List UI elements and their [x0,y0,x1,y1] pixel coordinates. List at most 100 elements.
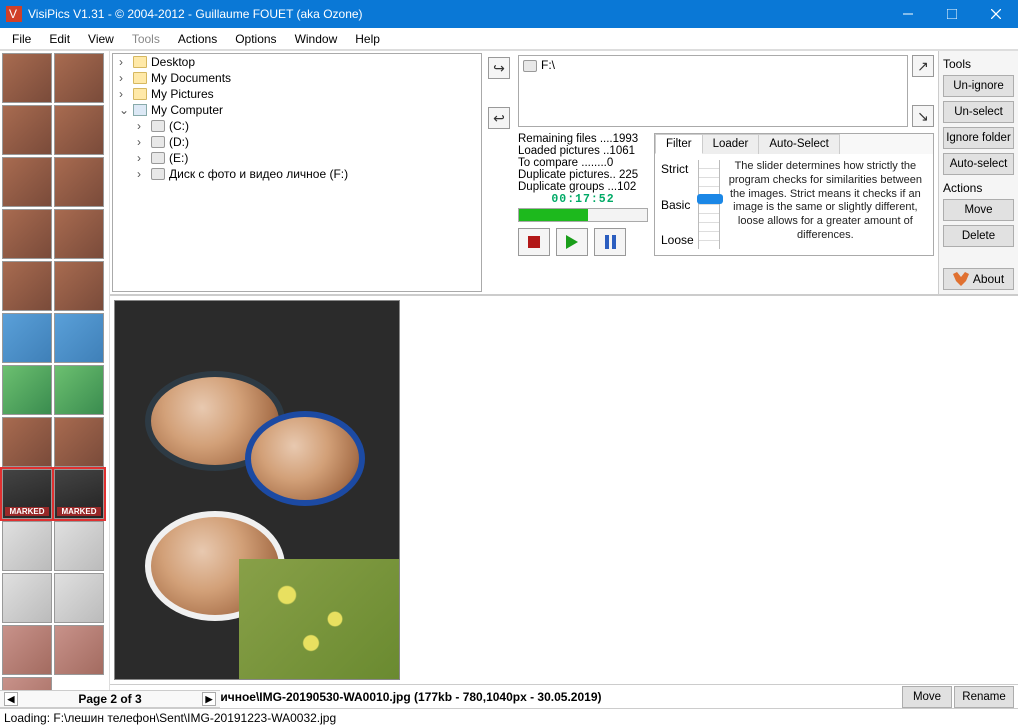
thumb[interactable] [2,209,52,259]
filter-description: The slider determines how strictly the p… [724,160,927,249]
tab-filter[interactable]: Filter [655,134,703,154]
remove-folder-button[interactable]: ↩ [488,107,510,129]
tree-drive-e[interactable]: (E:) [137,150,481,166]
menu-help[interactable]: Help [347,30,388,48]
page-next-button[interactable]: ▶ [202,692,216,706]
add-remove-buttons: ↪ ↩ [484,51,514,294]
scan-path: F:\ [541,58,555,72]
drive-icon [151,136,165,148]
thumb[interactable] [2,261,52,311]
thumb[interactable] [54,417,104,467]
tree-drive-d[interactable]: (D:) [137,134,481,150]
remove-path-button[interactable]: ↘ [912,105,934,127]
preview-image[interactable] [114,300,400,680]
thumb[interactable] [2,625,52,675]
menu-edit[interactable]: Edit [41,30,78,48]
thumb[interactable] [2,313,52,363]
tree-mypics[interactable]: My Pictures [119,86,481,102]
section-actions: Actions [943,181,1014,195]
maximize-button[interactable] [930,0,974,28]
thumb[interactable] [54,261,104,311]
label-loose: Loose [661,233,694,247]
title-bar: V VisiPics V1.31 - © 2004-2012 - Guillau… [0,0,1018,28]
tree-label: (E:) [169,151,188,165]
thumb[interactable] [2,157,52,207]
thumb[interactable] [2,53,52,103]
tree-label: My Pictures [151,87,214,101]
scan-paths-box[interactable]: F:\ [518,55,908,127]
thumb[interactable] [2,521,52,571]
play-button[interactable] [556,228,588,256]
tab-autoselect[interactable]: Auto-Select [758,134,839,154]
tree-desktop[interactable]: Desktop [119,54,481,70]
stats-panel: Remaining files ....1993 Loaded pictures… [518,133,648,256]
slider-thumb[interactable] [697,194,723,204]
thumbnail-strip [0,51,110,708]
tree-label: Desktop [151,55,195,69]
thumb[interactable] [2,417,52,467]
thumb[interactable] [54,209,104,259]
file-rename-button[interactable]: Rename [954,686,1014,708]
drive-icon [151,152,165,164]
thumb[interactable] [54,625,104,675]
tree-mycomp[interactable]: My Computer [119,102,481,118]
thumb[interactable] [54,105,104,155]
unignore-button[interactable]: Un-ignore [943,75,1014,97]
minimize-button[interactable] [886,0,930,28]
add-path-button[interactable]: ↗ [912,55,934,77]
menu-actions[interactable]: Actions [170,30,225,48]
stat-compare: To compare ........0 [518,157,648,169]
thumb[interactable] [54,157,104,207]
menu-tools[interactable]: Tools [124,30,168,48]
thumb[interactable] [54,53,104,103]
about-label: About [973,272,1004,286]
computer-icon [133,104,147,116]
stat-remaining: Remaining files ....1993 [518,133,648,145]
thumb[interactable] [2,365,52,415]
tree-label: Диск с фото и видео личное (F:) [169,167,348,181]
status-bar: Loading: F:\лешин телефон\Sent\IMG-20191… [0,708,1018,726]
pause-button[interactable] [594,228,626,256]
close-button[interactable] [974,0,1018,28]
menu-file[interactable]: File [4,30,39,48]
tree-drive-f[interactable]: Диск с фото и видео личное (F:) [137,166,481,182]
folder-tree[interactable]: Desktop My Documents My Pictures My Comp… [112,53,482,292]
tree-label: (D:) [169,135,189,149]
thumb[interactable] [2,105,52,155]
thumb[interactable] [54,313,104,363]
add-folder-button[interactable]: ↪ [488,57,510,79]
menu-window[interactable]: Window [287,30,346,48]
tab-loader[interactable]: Loader [702,134,760,154]
move-button[interactable]: Move [943,199,1014,221]
unselect-button[interactable]: Un-select [943,101,1014,123]
stat-dup-pics: Duplicate pictures.. 225 [518,169,648,181]
page-prev-button[interactable]: ◀ [4,692,18,706]
tree-mydocs[interactable]: My Documents [119,70,481,86]
thumb-marked[interactable] [2,469,52,519]
thumb-marked[interactable] [54,469,104,519]
label-basic: Basic [661,198,694,212]
autoselect-button[interactable]: Auto-select [943,153,1014,175]
thumb[interactable] [54,573,104,623]
svg-text:V: V [9,7,17,21]
strictness-slider[interactable] [698,160,720,249]
file-move-button[interactable]: Move [902,686,952,708]
window-title: VisiPics V1.31 - © 2004-2012 - Guillaume… [28,7,886,21]
stat-dup-groups: Duplicate groups ...102 [518,181,648,193]
about-button[interactable]: About [943,268,1014,290]
thumb[interactable] [2,573,52,623]
section-tools: Tools [943,57,1014,71]
ignore-folder-button[interactable]: Ignore folder [943,127,1014,149]
tree-drive-c[interactable]: (C:) [137,118,481,134]
delete-button[interactable]: Delete [943,225,1014,247]
thumb[interactable] [54,521,104,571]
drive-icon [151,120,165,132]
tree-label: My Computer [151,103,223,117]
status-text: Loading: F:\лешин телефон\Sent\IMG-20191… [4,711,336,725]
stop-button[interactable] [518,228,550,256]
menu-options[interactable]: Options [227,30,284,48]
menu-view[interactable]: View [80,30,122,48]
play-icon [566,235,578,249]
thumb[interactable] [54,365,104,415]
app-icon: V [6,6,22,22]
